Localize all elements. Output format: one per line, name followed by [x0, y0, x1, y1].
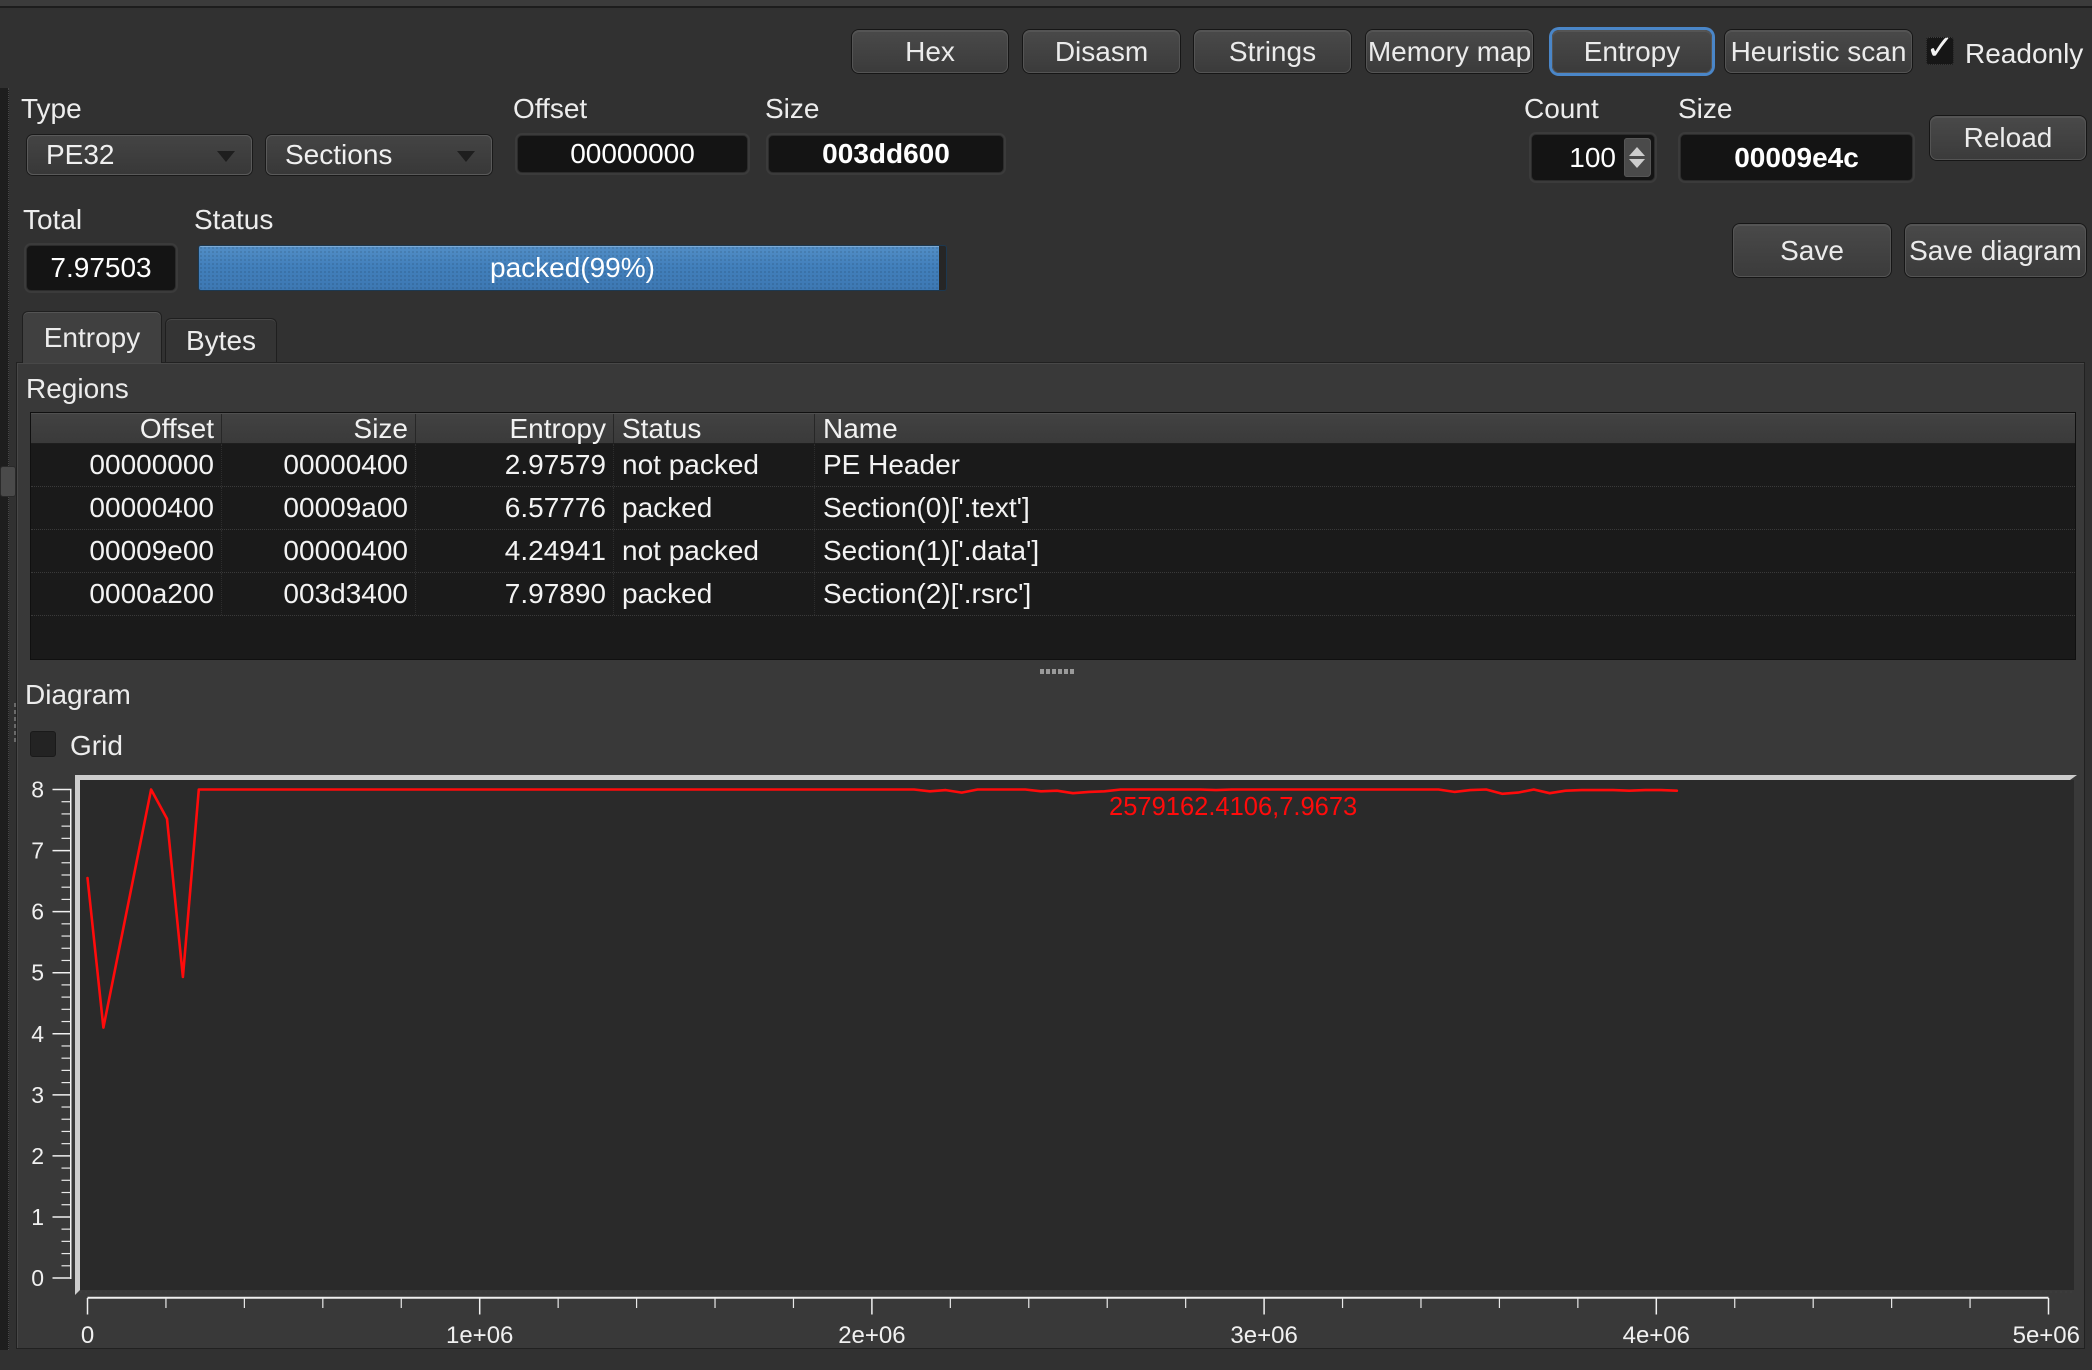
tab-entropy[interactable]: Entropy: [22, 311, 162, 363]
regions-group-title: Regions: [26, 373, 129, 405]
column-header-size[interactable]: Size: [222, 414, 416, 443]
cell-offset: 00009e00: [31, 530, 222, 572]
count-spinbox[interactable]: 100: [1531, 134, 1655, 181]
cell-name: Section(0)['.text']: [815, 487, 2075, 529]
cell-name: PE Header: [815, 444, 2075, 486]
view-combobox[interactable]: Sections: [266, 135, 492, 175]
type-combobox[interactable]: PE32: [27, 135, 252, 175]
cell-status: not packed: [614, 444, 815, 486]
blocksize-field[interactable]: 00009e4c: [1680, 134, 1913, 181]
size-field[interactable]: 003dd600: [768, 135, 1004, 173]
heuristic-scan-button[interactable]: Heuristic scan: [1725, 30, 1912, 73]
cell-offset: 00000400: [31, 487, 222, 529]
type-combobox-value: PE32: [46, 139, 115, 171]
grid-checkbox[interactable]: [30, 731, 56, 757]
cell-size: 003d3400: [222, 573, 416, 615]
table-row[interactable]: 0000a200003d34007.97890packedSection(2)[…: [31, 573, 2075, 616]
view-combobox-value: Sections: [285, 139, 392, 171]
splitter-handle[interactable]: [1040, 669, 1076, 674]
tab-bytes[interactable]: Bytes: [165, 318, 277, 362]
spin-down-icon: [1629, 159, 1645, 168]
cell-status: not packed: [614, 530, 815, 572]
table-row[interactable]: 00000000000004002.97579not packedPE Head…: [31, 444, 2075, 487]
blocksize-label: Size: [1678, 93, 1732, 125]
cell-entropy: 6.57776: [416, 487, 614, 529]
count-label: Count: [1524, 93, 1599, 125]
strings-button[interactable]: Strings: [1194, 30, 1351, 73]
cell-name: Section(2)['.rsrc']: [815, 573, 2075, 615]
table-row[interactable]: 00009e00000004004.24941not packedSection…: [31, 530, 2075, 573]
save-button[interactable]: Save: [1733, 224, 1891, 277]
reload-button[interactable]: Reload: [1930, 116, 2086, 160]
regions-table-body: 00000000000004002.97579not packedPE Head…: [31, 444, 2075, 659]
cell-name: Section(1)['.data']: [815, 530, 2075, 572]
cell-entropy: 4.24941: [416, 530, 614, 572]
spinbox-arrows[interactable]: [1624, 138, 1651, 177]
regions-table-header[interactable]: OffsetSizeEntropyStatusName: [31, 413, 2075, 444]
cell-entropy: 2.97579: [416, 444, 614, 486]
save-diagram-button[interactable]: Save diagram: [1905, 224, 2086, 277]
cell-status: packed: [614, 487, 815, 529]
size-label: Size: [765, 93, 819, 125]
window-top-divider: [0, 6, 2092, 8]
cell-size: 00000400: [222, 530, 416, 572]
column-header-name[interactable]: Name: [815, 414, 2075, 443]
cell-size: 00000400: [222, 444, 416, 486]
memory-map-button[interactable]: Memory map: [1366, 30, 1533, 73]
cell-status: packed: [614, 573, 815, 615]
left-dock-edge: [0, 88, 9, 1350]
readonly-label: Readonly: [1965, 38, 2083, 70]
readonly-checkbox[interactable]: ✓: [1926, 37, 1954, 65]
offset-label: Offset: [513, 93, 587, 125]
count-spinbox-value: 100: [1569, 142, 1616, 174]
hex-button[interactable]: Hex: [852, 30, 1008, 73]
cell-offset: 00000000: [31, 444, 222, 486]
status-label: Status: [194, 204, 273, 236]
entropy-button[interactable]: Entropy: [1552, 30, 1712, 73]
spin-up-icon: [1629, 147, 1645, 156]
left-scrollbar-thumb[interactable]: [0, 466, 16, 497]
total-field[interactable]: 7.97503: [26, 245, 176, 291]
offset-field[interactable]: 00000000: [517, 135, 748, 173]
cell-offset: 0000a200: [31, 573, 222, 615]
column-header-entropy[interactable]: Entropy: [416, 414, 614, 443]
column-header-offset[interactable]: Offset: [31, 414, 222, 443]
column-header-status[interactable]: Status: [614, 414, 815, 443]
cell-size: 00009a00: [222, 487, 416, 529]
grid-label: Grid: [70, 730, 123, 762]
regions-table[interactable]: OffsetSizeEntropyStatusName 000000000000…: [30, 412, 2076, 660]
chevron-down-icon: [217, 151, 235, 162]
cell-entropy: 7.97890: [416, 573, 614, 615]
total-label: Total: [23, 204, 82, 236]
disasm-button[interactable]: Disasm: [1023, 30, 1180, 73]
diagram-group-title: Diagram: [25, 679, 131, 711]
die-entropy-window: Hex Disasm Strings Memory map Entropy He…: [0, 0, 2092, 1370]
status-progressbar: packed(99%): [198, 245, 947, 291]
table-row[interactable]: 0000040000009a006.57776packedSection(0)[…: [31, 487, 2075, 530]
progressbar-text: packed(99%): [199, 246, 946, 290]
type-label: Type: [21, 93, 82, 125]
chevron-down-icon: [457, 151, 475, 162]
